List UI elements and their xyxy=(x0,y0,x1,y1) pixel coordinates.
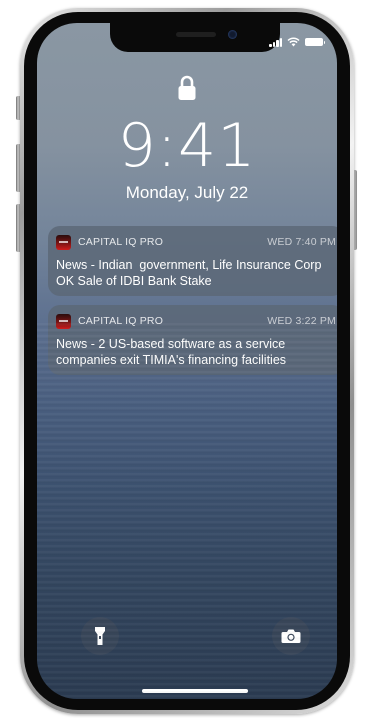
notification-time: WED 3:22 PM xyxy=(267,315,336,327)
lock-screen: 9:41 Monday, July 22 CAPITAL IQ PRO WED … xyxy=(37,23,337,699)
camera-button[interactable] xyxy=(272,617,310,655)
notification-header: CAPITAL IQ PRO WED 7:40 PM xyxy=(56,234,336,250)
notification-card[interactable]: CAPITAL IQ PRO WED 7:40 PM News - Indian… xyxy=(48,226,337,296)
phone-mockup: 9:41 Monday, July 22 CAPITAL IQ PRO WED … xyxy=(0,0,372,718)
notification-body: News - 2 US-based software as a service … xyxy=(56,337,289,367)
status-bar xyxy=(269,37,325,47)
capital-iq-app-icon xyxy=(56,313,71,329)
notification-time: WED 7:40 PM xyxy=(267,236,336,248)
notification-app-name: CAPITAL IQ PRO xyxy=(78,236,164,248)
lock-screen-date: Monday, July 22 xyxy=(125,183,249,202)
notification-app-name: CAPITAL IQ PRO xyxy=(78,315,164,327)
home-indicator[interactable] xyxy=(142,689,248,693)
flashlight-button[interactable] xyxy=(81,617,119,655)
earpiece-speaker xyxy=(176,32,216,37)
lock-screen-time: 9:41 xyxy=(117,111,257,181)
capital-iq-app-icon xyxy=(56,234,71,250)
notification-body: News - Indian government, Life Insurance… xyxy=(56,258,325,288)
signal-icon xyxy=(269,37,282,47)
front-camera-icon xyxy=(228,30,237,39)
camera-icon xyxy=(281,629,301,643)
flashlight-icon xyxy=(95,627,105,645)
notification-header: CAPITAL IQ PRO WED 3:22 PM xyxy=(56,313,336,329)
notch xyxy=(110,23,280,52)
wifi-icon xyxy=(287,37,300,47)
notification-card[interactable]: CAPITAL IQ PRO WED 3:22 PM News - 2 US-b… xyxy=(48,305,337,375)
lock-icon xyxy=(178,75,196,100)
battery-icon xyxy=(305,38,325,46)
